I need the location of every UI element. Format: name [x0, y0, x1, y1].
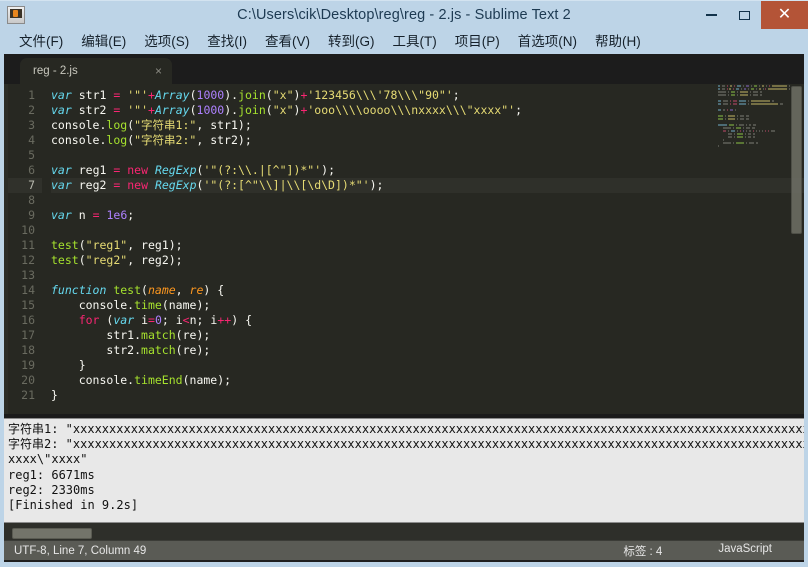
- line-number: 9: [8, 208, 42, 223]
- line-number: 6: [8, 163, 42, 178]
- code-line: }: [51, 358, 804, 373]
- line-number: 1: [8, 88, 42, 103]
- code-line: test("reg2", reg2);: [51, 253, 804, 268]
- minimap-line: [714, 144, 790, 147]
- title-bar: C:\Users\cik\Desktop\reg\reg - 2.js - Su…: [0, 0, 808, 29]
- menu-item-goto[interactable]: 转到(G): [319, 29, 384, 54]
- menu-item-view[interactable]: 查看(V): [256, 29, 319, 54]
- code-line: var n = 1e6;: [51, 208, 804, 223]
- line-number: 20: [8, 373, 42, 388]
- menu-bar: 文件(F) 编辑(E) 选项(S) 查找(I) 查看(V) 转到(G) 工具(T…: [0, 29, 808, 54]
- status-bar: UTF-8, Line 7, Column 49 标签 : 4 JavaScri…: [4, 540, 804, 560]
- code-line: str2.match(re);: [51, 343, 804, 358]
- window-controls: ✕: [695, 1, 808, 29]
- code-line: [51, 148, 804, 163]
- line-number: 5: [8, 148, 42, 163]
- line-number: 14: [8, 283, 42, 298]
- code-line: [51, 268, 804, 283]
- minimize-icon: [706, 14, 717, 16]
- menu-item-preferences[interactable]: 首选项(N): [509, 29, 586, 54]
- console-output-line: 字符串1: "xxxxxxxxxxxxxxxxxxxxxxxxxxxxxxxxx…: [8, 422, 804, 437]
- code-line: str1.match(re);: [51, 328, 804, 343]
- sublime-text-app-icon: [7, 6, 25, 24]
- horizontal-scrollbar-thumb[interactable]: [12, 528, 92, 539]
- code-line: [51, 193, 804, 208]
- code-line: test("reg1", reg1);: [51, 238, 804, 253]
- status-encoding-position: UTF-8, Line 7, Column 49: [14, 545, 146, 557]
- minimize-button[interactable]: [695, 1, 728, 29]
- code-line: console.log("字符串2:", str2);: [51, 133, 804, 148]
- menu-item-tools[interactable]: 工具(T): [384, 29, 446, 54]
- close-icon: ✕: [778, 7, 791, 23]
- editor-frame: reg - 2.js × 123456789101112131415161718…: [4, 54, 804, 562]
- tab-label: reg - 2.js: [33, 65, 78, 77]
- line-number: 12: [8, 253, 42, 268]
- maximize-button[interactable]: [728, 1, 761, 29]
- line-number: 11: [8, 238, 42, 253]
- menu-item-file[interactable]: 文件(F): [10, 29, 72, 54]
- tab-close-icon[interactable]: ×: [133, 65, 162, 77]
- console-output-line: 字符串2: "xxxxxxxxxxxxxxxxxxxxxxxxxxxxxxxxx…: [8, 437, 804, 452]
- maximize-icon: [739, 11, 750, 20]
- line-number: 19: [8, 358, 42, 373]
- build-output-panel[interactable]: 字符串1: "xxxxxxxxxxxxxxxxxxxxxxxxxxxxxxxxx…: [4, 418, 804, 523]
- code-line: var reg2 = new RegExp('"(?:[^"\\]|\\[\d\…: [51, 178, 804, 193]
- window-title: C:\Users\cik\Desktop\reg\reg - 2.js - Su…: [0, 7, 808, 23]
- line-number: 18: [8, 343, 42, 358]
- line-number: 8: [8, 193, 42, 208]
- code-line: console.timeEnd(name);: [51, 373, 804, 388]
- code-line: for (var i=0; i<n; i++) {: [51, 313, 804, 328]
- code-editor[interactable]: 123456789101112131415161718192021 var st…: [4, 84, 804, 414]
- line-number: 10: [8, 223, 42, 238]
- line-number: 13: [8, 268, 42, 283]
- code-line: console.log("字符串1:", str1);: [51, 118, 804, 133]
- editor-scrollbar-thumb[interactable]: [791, 86, 802, 234]
- line-number: 17: [8, 328, 42, 343]
- line-number: 7: [8, 178, 42, 193]
- line-number: 21: [8, 388, 42, 403]
- status-right-group: 标签 : 4 JavaScript: [623, 543, 794, 559]
- code-line: }: [51, 388, 804, 403]
- code-line: var str2 = '"'+Array(1000).join("x")+'oo…: [51, 103, 804, 118]
- menu-item-help[interactable]: 帮助(H): [586, 29, 650, 54]
- line-number: 4: [8, 133, 42, 148]
- code-line: console.time(name);: [51, 298, 804, 313]
- code-line: var str1 = '"'+Array(1000).join("x")+'12…: [51, 88, 804, 103]
- editor-vertical-scrollbar[interactable]: [791, 86, 802, 412]
- tab-bar: reg - 2.js ×: [4, 54, 804, 84]
- status-syntax[interactable]: JavaScript: [718, 543, 772, 559]
- code-line: function test(name, re) {: [51, 283, 804, 298]
- status-tab-size[interactable]: 标签 : 4: [623, 543, 662, 559]
- code-line: [51, 223, 804, 238]
- tab-reg-2-js[interactable]: reg - 2.js ×: [20, 58, 172, 84]
- console-output-line: xxxx\"xxxx": [8, 452, 804, 467]
- line-number: 3: [8, 118, 42, 133]
- console-output-line: reg2: 2330ms: [8, 483, 804, 498]
- code-content[interactable]: var str1 = '"'+Array(1000).join("x")+'12…: [42, 84, 804, 414]
- sublime-text-window: C:\Users\cik\Desktop\reg\reg - 2.js - Su…: [0, 0, 808, 567]
- menu-item-options[interactable]: 选项(S): [135, 29, 198, 54]
- line-number-gutter: 123456789101112131415161718192021: [4, 84, 42, 414]
- line-number: 2: [8, 103, 42, 118]
- close-button[interactable]: ✕: [761, 1, 808, 29]
- menu-item-edit[interactable]: 编辑(E): [72, 29, 135, 54]
- line-number: 16: [8, 313, 42, 328]
- menu-item-project[interactable]: 项目(P): [446, 29, 509, 54]
- menu-item-find[interactable]: 查找(I): [198, 29, 256, 54]
- code-line: var reg1 = new RegExp('"(?:\\.|[^"])*"')…: [51, 163, 804, 178]
- minimap[interactable]: [714, 84, 790, 414]
- console-output-line: reg1: 6671ms: [8, 468, 804, 483]
- console-output-line: [Finished in 9.2s]: [8, 498, 804, 513]
- line-number: 15: [8, 298, 42, 313]
